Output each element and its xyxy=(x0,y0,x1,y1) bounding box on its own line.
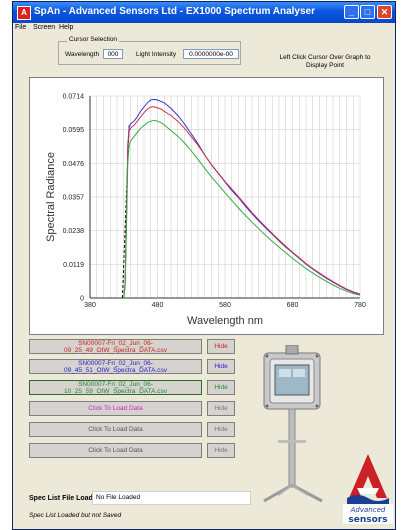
file-slot-line2: 09_45_51_OIW_Spectra_DATA.csv xyxy=(63,367,168,374)
file-slot-line1: Click To Load Data xyxy=(88,405,143,412)
x-axis-title: Wavelength nm xyxy=(187,315,263,327)
cursor-hint: Left Click Cursor Over Graph to Display … xyxy=(279,54,371,69)
y-tick-label: 0.0476 xyxy=(63,161,85,168)
file-slot-line1: SN00007-Fri_02_Jun_06- xyxy=(78,381,153,388)
spec-list-value: No File Loaded xyxy=(92,491,251,505)
hide-button-3[interactable]: Hide xyxy=(207,380,235,395)
spectrum-plot[interactable]: 0 0.0119 0.0238 0.0357 0.0476 0.0595 0.0714 380… xyxy=(29,77,384,335)
y-tick-label: 0.0119 xyxy=(63,262,84,269)
y-tick-label: 0.0238 xyxy=(63,228,85,235)
wavelength-value: 000 xyxy=(103,49,123,59)
x-tick-label: 380 xyxy=(84,302,96,309)
file-slot-button-6[interactable]: Click To Load Data xyxy=(29,443,202,458)
hide-button-5[interactable]: Hide xyxy=(207,422,235,437)
file-slot-button-5[interactable]: Click To Load Data xyxy=(29,422,202,437)
hide-button-1[interactable]: Hide xyxy=(207,339,235,354)
series-line-1 xyxy=(123,98,361,299)
x-tick-label: 480 xyxy=(152,302,164,309)
cursor-selection-group: Cursor Selection Wavelength 000 Light In… xyxy=(58,36,241,65)
maximize-button[interactable]: □ xyxy=(360,5,375,19)
close-button[interactable]: ✕ xyxy=(377,5,392,19)
menu-help[interactable]: Help xyxy=(59,24,73,31)
hide-button-2[interactable]: Hide xyxy=(207,359,235,374)
spectrum-chart-svg[interactable]: 00.01190.02380.03570.04760.05950.0714380… xyxy=(30,78,383,334)
file-slot-line1: SN00007-Fri_02_Jun_06- xyxy=(78,340,153,347)
advanced-sensors-logo: Advanced sensors xyxy=(343,454,393,524)
series-line-3 xyxy=(123,119,361,299)
x-tick-label: 580 xyxy=(219,302,231,309)
window-title: SpAn - Advanced Sensors Ltd - EX1000 Spe… xyxy=(34,6,316,17)
hide-button-6[interactable]: Hide xyxy=(207,443,235,458)
menu-bar: File Screen Help xyxy=(13,23,395,35)
menu-screen[interactable]: Screen xyxy=(33,24,55,31)
application-window: A SpAn - Advanced Sensors Ltd - EX1000 S… xyxy=(12,1,396,530)
spectrometer-device-image xyxy=(263,345,323,503)
file-slot-button-4[interactable]: Click To Load Data xyxy=(29,401,202,416)
wavelength-label: Wavelength xyxy=(65,51,100,58)
file-slot-button-1[interactable]: SN00007-Fri_02_Jun_06- 09_25_49_OIW_Spect… xyxy=(29,339,202,354)
cursor-selection-label: Cursor Selection xyxy=(67,36,120,43)
title-bar[interactable]: A SpAn - Advanced Sensors Ltd - EX1000 S… xyxy=(13,2,395,23)
file-slot-line1: Click To Load Data xyxy=(88,447,143,454)
file-slot-line2: 09_25_49_OIW_Spectra_DATA.csv xyxy=(63,347,168,354)
minimize-button[interactable]: _ xyxy=(344,5,359,19)
y-tick-label: 0.0714 xyxy=(63,94,85,101)
file-slot-button-3[interactable]: SN00007-Fri_02_Jun_06- 10_25_59_OIW_Spect… xyxy=(29,380,202,395)
svg-text:Advanced: Advanced xyxy=(350,506,386,514)
file-slot-line1: SN00007-Fri_02_Jun_06- xyxy=(78,360,153,367)
file-slot-line2: 10_25_59_OIW_Spectra_DATA.csv xyxy=(63,388,168,395)
status-text: Spec List Loaded but not Saved xyxy=(29,512,122,519)
file-slot-button-2[interactable]: SN00007-Fri_02_Jun_06- 09_45_51_OIW_Spect… xyxy=(29,359,202,374)
y-tick-label: 0.0357 xyxy=(63,195,85,202)
x-tick-label: 680 xyxy=(287,302,299,309)
y-tick-label: 0.0595 xyxy=(63,127,85,134)
hide-button-4[interactable]: Hide xyxy=(207,401,235,416)
y-axis-title: Spectral Radiance xyxy=(45,152,57,242)
app-icon: A xyxy=(17,6,31,20)
file-slot-line1: Click To Load Data xyxy=(88,426,143,433)
x-tick-label: 780 xyxy=(354,302,366,309)
light-intensity-label: Light Intensity xyxy=(136,51,177,58)
svg-text:sensors: sensors xyxy=(348,515,387,524)
menu-file[interactable]: File xyxy=(15,24,26,31)
light-intensity-value: 0.0000000e-00 xyxy=(183,49,239,59)
